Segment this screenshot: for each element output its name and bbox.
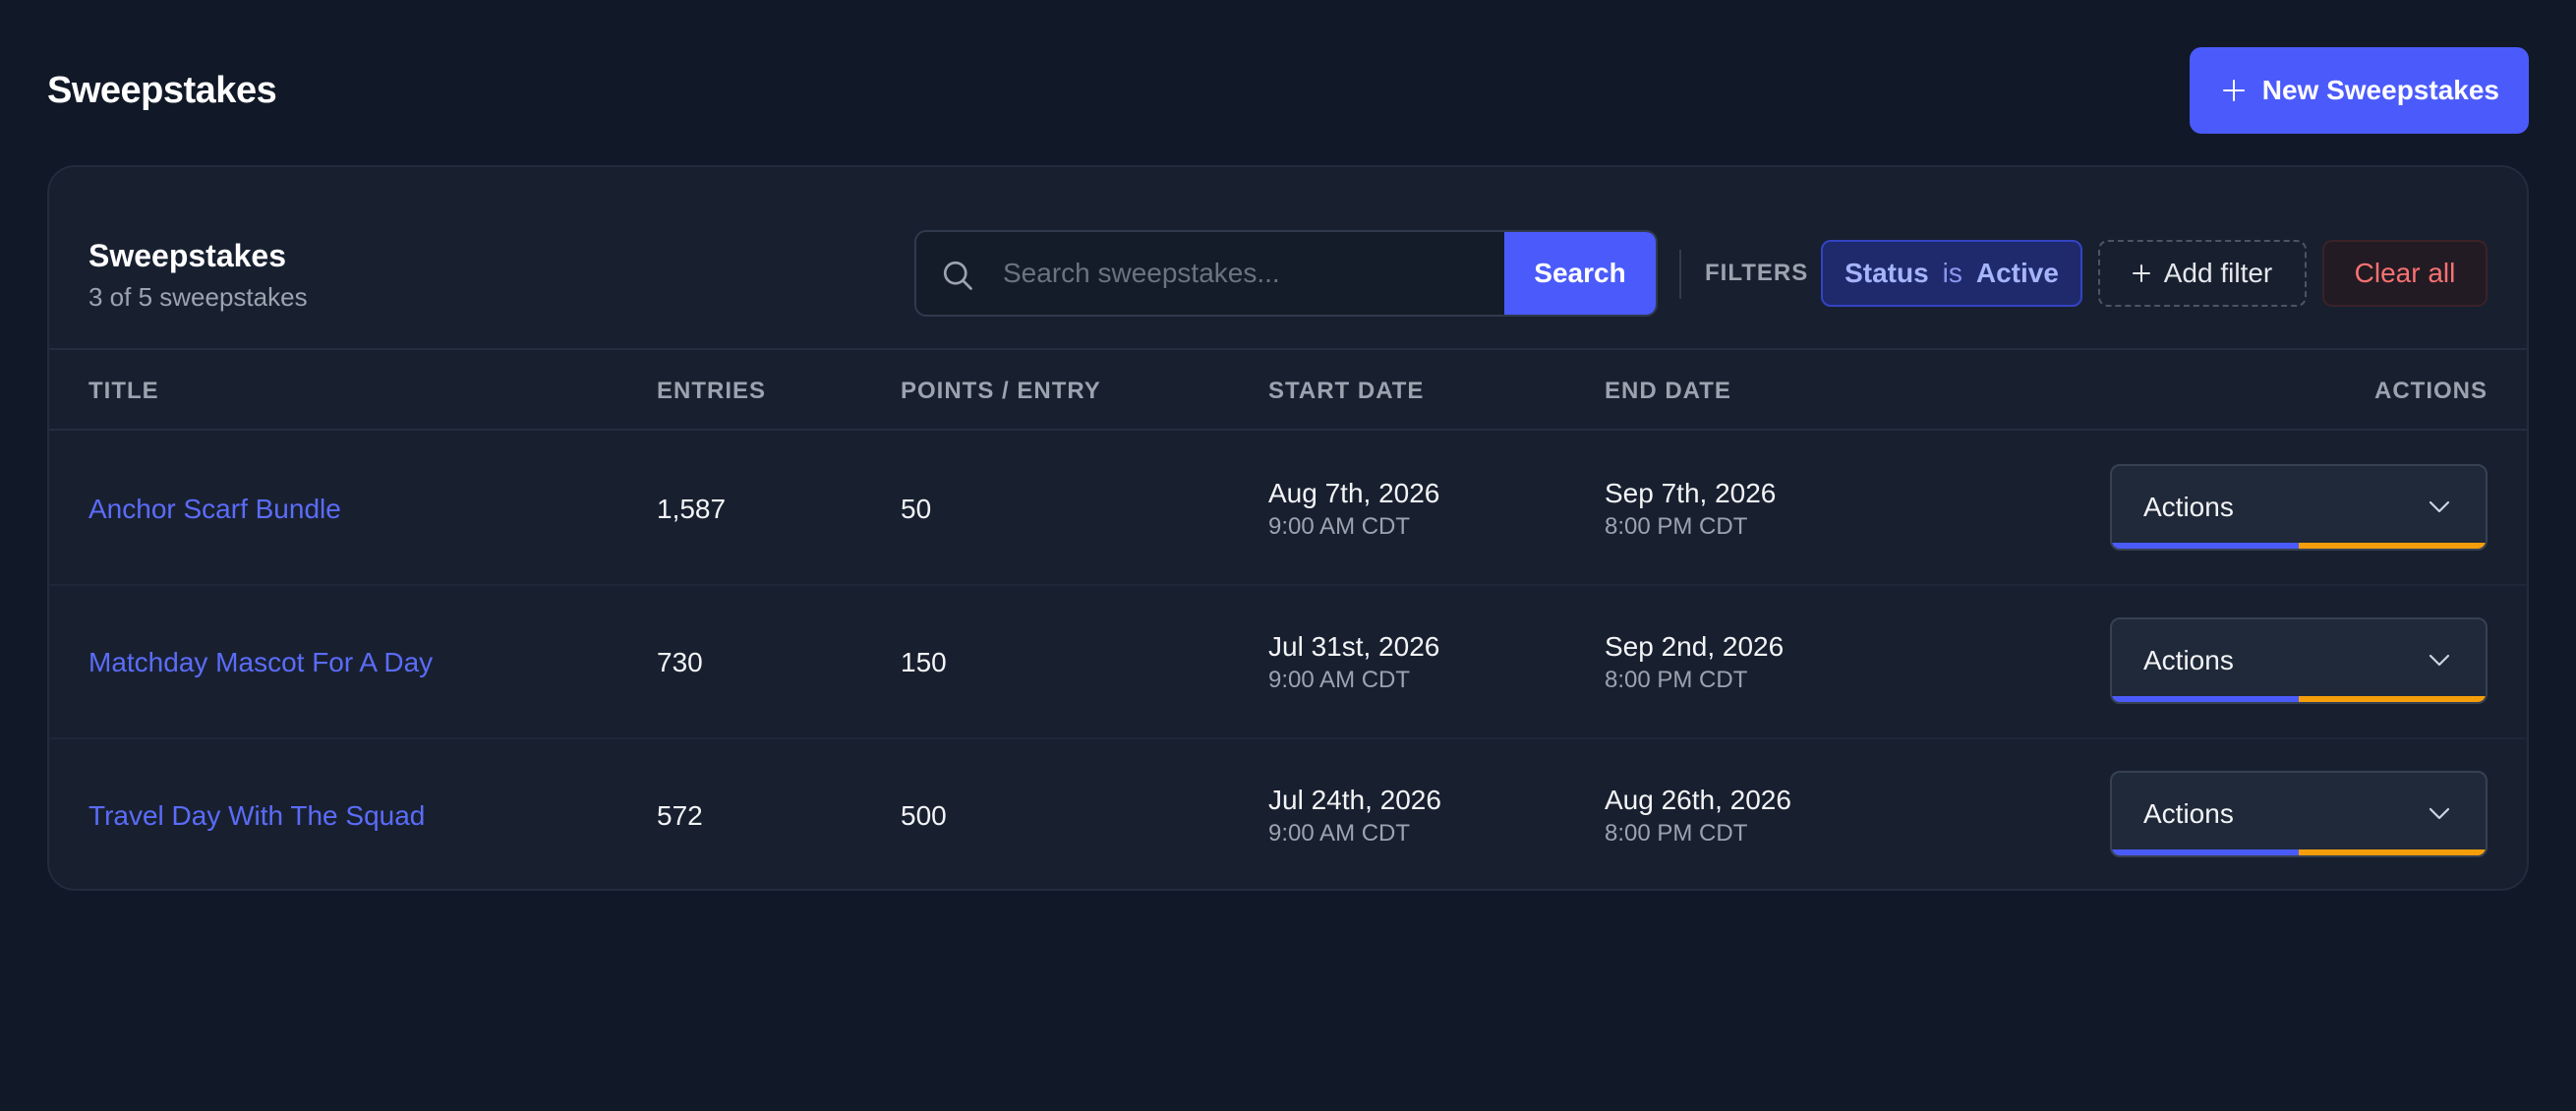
filter-chip-status[interactable]: Status is Active: [1821, 240, 2082, 307]
column-header-entries[interactable]: ENTRIES: [657, 378, 766, 405]
column-header-title[interactable]: TITLE: [88, 378, 159, 405]
end-date: Aug 26th, 2026: [1605, 785, 1791, 815]
page-title: Sweepstakes: [47, 69, 277, 111]
search-field: [916, 232, 1504, 315]
entries-value: 1,587: [657, 494, 727, 524]
column-header-points[interactable]: POINTS / ENTRY: [901, 378, 1101, 405]
add-filter-button[interactable]: Add filter: [2098, 240, 2307, 307]
card-toolbar: Sweepstakes 3 of 5 sweepstakes Search FI…: [49, 167, 2527, 350]
actions-label: Actions: [2143, 645, 2234, 675]
end-time: 8:00 PM CDT: [1605, 820, 1748, 847]
filter-chip-operator: is: [1942, 258, 1962, 288]
actions-dropdown[interactable]: Actions: [2110, 464, 2488, 551]
card-title: Sweepstakes: [88, 238, 287, 273]
plus-icon: [2222, 80, 2245, 101]
column-header-end-date[interactable]: END DATE: [1605, 378, 1731, 405]
end-date: Sep 7th, 2026: [1605, 478, 1777, 508]
result-count: 3 of 5 sweepstakes: [88, 282, 308, 312]
chevron-down-icon: [2429, 654, 2450, 667]
actions-label: Actions: [2143, 798, 2234, 829]
end-time: 8:00 PM CDT: [1605, 513, 1748, 540]
sweepstakes-title-link[interactable]: Matchday Mascot For A Day: [88, 647, 433, 678]
sweepstakes-card: Sweepstakes 3 of 5 sweepstakes Search FI…: [47, 165, 2529, 891]
end-time: 8:00 PM CDT: [1605, 667, 1748, 693]
toolbar-divider: [1679, 250, 1681, 299]
start-time: 9:00 AM CDT: [1268, 667, 1411, 693]
plus-icon: [2132, 264, 2150, 282]
search-icon: [943, 261, 972, 290]
card-heading: Sweepstakes 3 of 5 sweepstakes: [88, 238, 308, 313]
points-value: 50: [901, 494, 932, 524]
start-date: Jul 31st, 2026: [1268, 631, 1440, 662]
actions-dropdown[interactable]: Actions: [2110, 771, 2488, 857]
points-value: 150: [901, 647, 947, 677]
table-row: Matchday Mascot For A Day 730 150 Jul 31…: [49, 586, 2527, 739]
search-group: Search: [914, 230, 1658, 317]
add-filter-label: Add filter: [2163, 258, 2273, 288]
chevron-down-icon: [2429, 807, 2450, 820]
table-row: Anchor Scarf Bundle 1,587 50 Aug 7th, 20…: [49, 433, 2527, 586]
sweepstakes-title-link[interactable]: Travel Day With The Squad: [88, 800, 425, 832]
filter-chip-field: Status: [1844, 258, 1929, 288]
entries-value: 730: [657, 647, 703, 677]
entries-value: 572: [657, 800, 703, 831]
chevron-down-icon: [2429, 500, 2450, 513]
points-value: 500: [901, 800, 947, 831]
sweepstakes-title-link[interactable]: Anchor Scarf Bundle: [88, 494, 341, 525]
filters-label: FILTERS: [1705, 260, 1809, 286]
table-row: Travel Day With The Squad 572 500 Jul 24…: [49, 739, 2527, 889]
actions-label: Actions: [2143, 492, 2234, 522]
end-date: Sep 2nd, 2026: [1605, 631, 1785, 662]
actions-dropdown[interactable]: Actions: [2110, 617, 2488, 704]
start-time: 9:00 AM CDT: [1268, 513, 1411, 540]
filter-chip-value: Active: [1975, 258, 2059, 288]
search-input[interactable]: [916, 232, 1504, 315]
new-sweepstakes-label: New Sweepstakes: [2261, 75, 2499, 105]
start-time: 9:00 AM CDT: [1268, 820, 1411, 847]
page-header: Sweepstakes New Sweepstakes: [47, 47, 2529, 134]
start-date: Jul 24th, 2026: [1268, 785, 1441, 815]
table-header: TITLE ENTRIES POINTS / ENTRY START DATE …: [49, 350, 2527, 431]
clear-all-button[interactable]: Clear all: [2322, 240, 2488, 307]
column-header-start-date[interactable]: START DATE: [1268, 378, 1424, 405]
column-header-actions: ACTIONS: [2374, 378, 2488, 404]
start-date: Aug 7th, 2026: [1268, 478, 1440, 508]
search-button[interactable]: Search: [1504, 232, 1656, 315]
new-sweepstakes-button[interactable]: New Sweepstakes: [2189, 47, 2529, 134]
